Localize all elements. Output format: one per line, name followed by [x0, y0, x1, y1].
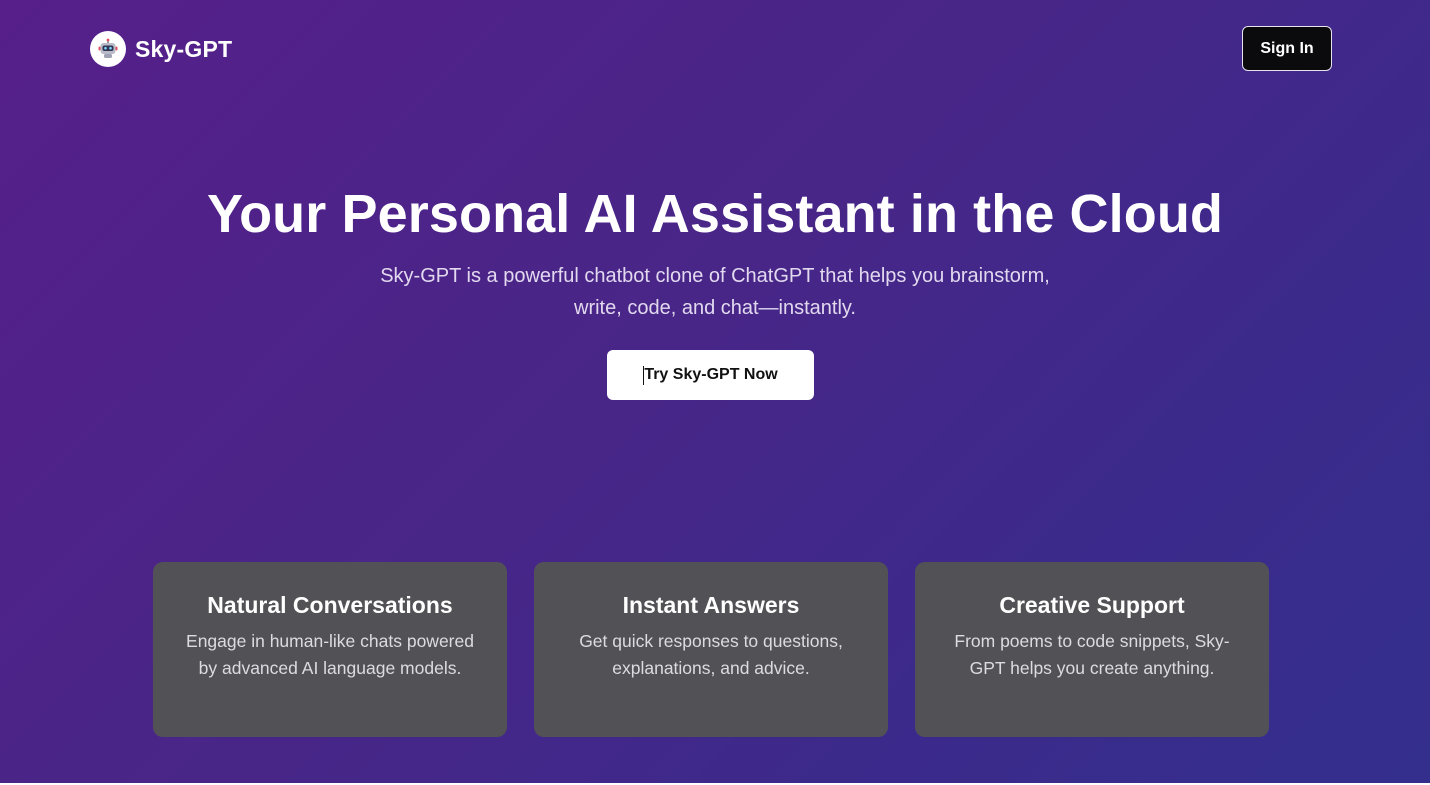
feature-card-title: Instant Answers	[622, 592, 800, 618]
feature-card-instant-answers: Instant Answers Get quick responses to q…	[534, 562, 888, 737]
feature-card-title: Natural Conversations	[207, 592, 453, 618]
brand-name: Sky-GPT	[135, 35, 233, 62]
feature-card-creative-support: Creative Support From poems to code snip…	[915, 562, 1269, 737]
brand[interactable]: Sky-GPT	[90, 31, 232, 67]
navbar: Sky-GPT Sign In	[0, 0, 1430, 96]
feature-card-title: Creative Support	[999, 592, 1185, 618]
hero-subtitle: Sky-GPT is a powerful chatbot clone of C…	[380, 265, 1050, 319]
feature-card-natural-conversations: Natural Conversations Engage in human-li…	[153, 562, 507, 737]
sign-in-button[interactable]: Sign In	[1242, 26, 1332, 71]
feature-card-text: From poems to code snippets, Sky-GPT hel…	[954, 631, 1230, 678]
try-sky-gpt-button[interactable]: Try Sky-GPT Now	[607, 350, 814, 400]
hero-title: Your Personal AI Assistant in the Cloud	[206, 184, 1224, 244]
landing-page: Sky-GPT Sign In Your Personal AI Assista…	[0, 0, 1430, 783]
feature-card-text: Engage in human-like chats powered by ad…	[186, 631, 474, 678]
feature-card-text: Get quick responses to questions, explan…	[579, 631, 843, 678]
robot-icon	[90, 31, 126, 67]
features-section: Natural Conversations Engage in human-li…	[153, 562, 1269, 737]
try-sky-gpt-button-label: Try Sky-GPT Now	[644, 366, 778, 383]
robot-icon-graphic	[98, 38, 118, 58]
